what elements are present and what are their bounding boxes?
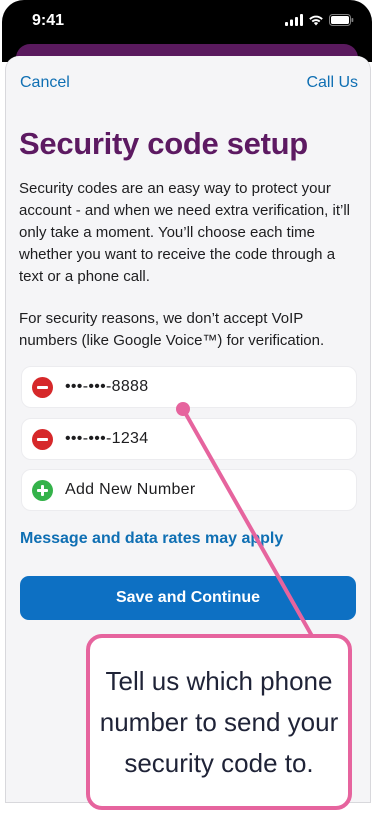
minus-circle-icon[interactable] (32, 428, 53, 450)
callout-box: Tell us which phone number to send your … (86, 634, 352, 810)
add-number-label: Add New Number (65, 481, 196, 498)
description-text: Security codes are an easy way to protec… (19, 180, 351, 285)
phone-number-row[interactable]: •••-•••-8888 (21, 366, 357, 408)
page-title: Security code setup (19, 126, 308, 161)
signal-icon (285, 14, 303, 26)
plus-circle-icon (32, 479, 53, 501)
wifi-icon (309, 15, 323, 26)
phone-number-text: •••-•••-8888 (65, 378, 149, 395)
rates-link[interactable]: Message and data rates may apply (20, 530, 283, 548)
status-icons (285, 14, 354, 26)
phone-number-text: •••-•••-1234 (65, 430, 149, 447)
save-and-continue-button[interactable]: Save and Continue (20, 576, 356, 620)
voip-notice-text: For security reasons, we don’t accept Vo… (19, 310, 325, 349)
cancel-button[interactable]: Cancel (20, 74, 70, 92)
minus-circle-icon[interactable] (32, 376, 53, 398)
battery-icon (329, 14, 354, 26)
add-number-button[interactable]: Add New Number (21, 469, 357, 511)
callout-text: Tell us which phone number to send your … (99, 665, 339, 778)
call-us-button[interactable]: Call Us (306, 74, 358, 92)
status-time: 9:41 (32, 12, 65, 29)
phone-number-row[interactable]: •••-•••-1234 (21, 418, 357, 460)
